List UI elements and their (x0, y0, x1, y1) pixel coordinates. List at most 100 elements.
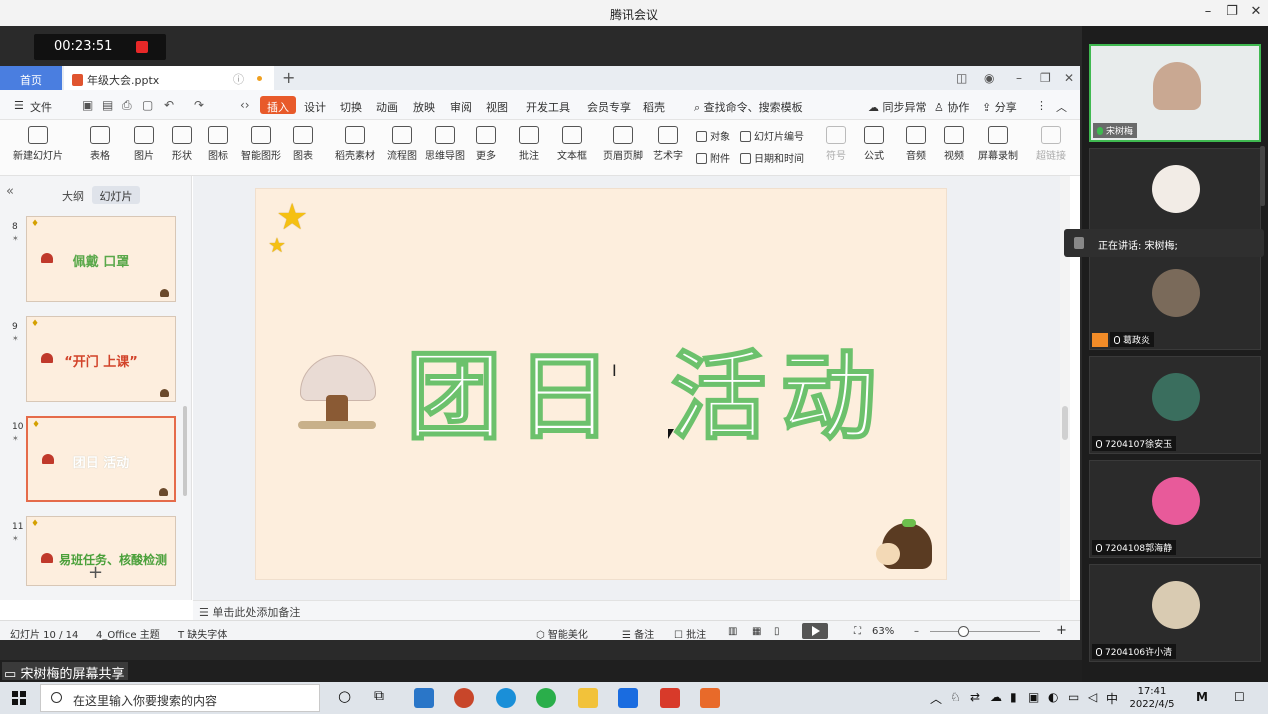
tray-cloud-icon[interactable]: ☁ (990, 690, 1002, 704)
add-slide-button[interactable]: + (88, 562, 103, 583)
taskbar-search[interactable]: 在这里输入你要搜索的内容 (40, 684, 320, 712)
audio-button[interactable]: 音频 (900, 126, 932, 162)
menu-transition[interactable]: 切换 (340, 99, 362, 115)
smart-graphic-button[interactable]: 智能图形 (238, 126, 284, 162)
tray-app-icon[interactable]: ♘ (950, 690, 961, 704)
theme-name[interactable]: 4_Office 主题 (96, 626, 160, 641)
slide-number-button[interactable]: 幻灯片编号 (740, 128, 804, 143)
hamburger-icon[interactable]: ☰ (14, 99, 24, 112)
wps-presentation-app-icon[interactable] (700, 688, 720, 708)
menu-design[interactable]: 设计 (304, 99, 326, 115)
command-search[interactable]: ⌕ 查找命令、搜索模板 (694, 99, 803, 115)
zoom-in-icon[interactable]: + (1056, 623, 1067, 638)
tray-mic-icon[interactable]: ▮ (1010, 690, 1017, 704)
redo-icon[interactable]: ↷ (194, 98, 204, 112)
mail-app-icon[interactable] (414, 688, 434, 708)
more-button[interactable]: 更多 (470, 126, 502, 162)
slides-tab[interactable]: 幻灯片 (92, 186, 140, 204)
panel-scrollbar[interactable] (183, 406, 187, 496)
table-button[interactable]: 表格 (82, 126, 118, 162)
slide-thumbnail[interactable]: ♦ 佩戴 口罩 (26, 216, 176, 302)
edge-browser-icon[interactable] (496, 688, 516, 708)
ime-indicator[interactable]: 中 (1106, 690, 1118, 707)
slide-thumbnail-selected[interactable]: ♦ 团日 活动 (26, 416, 176, 502)
task-view-icon[interactable]: ⧉ (374, 688, 384, 704)
participant-tile[interactable]: 7204106许小清 (1089, 564, 1261, 662)
save-icon[interactable]: ▣ (82, 98, 93, 112)
tray-expand-icon[interactable]: ︿ (930, 690, 942, 707)
textbox-button[interactable]: 文本框 (552, 126, 592, 162)
date-time-button[interactable]: 日期和时间 (740, 150, 804, 165)
more-menu-icon[interactable]: ⋮ (1036, 99, 1047, 112)
undo-icon[interactable]: ↶ (164, 98, 174, 112)
zoom-slider-track[interactable] (930, 631, 1040, 632)
menu-slideshow[interactable]: 放映 (413, 99, 435, 115)
tray-security-icon[interactable]: ◐ (1048, 690, 1058, 704)
flowchart-button[interactable]: 流程图 (384, 126, 420, 162)
file-explorer-icon[interactable] (578, 688, 598, 708)
object-button[interactable]: 对象 (696, 128, 730, 143)
mindmap-button[interactable]: 思维导图 (424, 126, 466, 162)
meeting-tray-icon[interactable]: M (1196, 690, 1208, 704)
cortana-icon[interactable]: ○ (338, 687, 351, 705)
new-tab-button[interactable]: + (282, 68, 295, 87)
tray-camera-icon[interactable]: ▣ (1028, 690, 1039, 704)
shape-button[interactable]: 形状 (164, 126, 200, 162)
chart-button[interactable]: 图表 (286, 126, 320, 162)
wps-close-icon[interactable]: ✕ (1064, 71, 1074, 85)
wps-minimize-icon[interactable]: – (1016, 71, 1022, 85)
avatar-icon[interactable]: ◉ (984, 71, 994, 85)
wechat-app-icon[interactable] (536, 688, 556, 708)
participant-scrollbar[interactable] (1260, 146, 1265, 206)
fit-window-icon[interactable]: ⛶ (854, 626, 861, 637)
menu-docer[interactable]: 稻壳 (643, 99, 665, 115)
wps-app-icon[interactable] (660, 688, 680, 708)
print-icon[interactable]: ⎙ (122, 98, 132, 113)
hyperlink-button[interactable]: 超链接 (1032, 126, 1070, 162)
wps-restore-icon[interactable]: ❐ (1040, 71, 1051, 85)
notes-toggle[interactable]: ☰ 备注 (622, 626, 654, 641)
share-button[interactable]: ⇪ 分享 (982, 99, 1017, 115)
menu-animation[interactable]: 动画 (376, 99, 398, 115)
powerpoint-app-icon[interactable] (454, 688, 474, 708)
video-button[interactable]: 视频 (938, 126, 970, 162)
file-tab[interactable]: 年级大会.pptx ⓘ (64, 66, 274, 90)
restore-button[interactable]: ❐ (1222, 4, 1242, 19)
minimize-button[interactable]: – (1198, 4, 1218, 19)
zoom-out-icon[interactable]: – (914, 626, 919, 637)
participant-tile[interactable]: 7204108郭海静 (1089, 460, 1261, 558)
menu-member[interactable]: 会员专享 (587, 99, 631, 115)
windows-start-icon[interactable] (12, 691, 26, 705)
close-button[interactable]: ✕ (1246, 4, 1266, 19)
new-slide-button[interactable]: 新建幻灯片 (10, 126, 66, 162)
menu-review[interactable]: 审阅 (450, 99, 472, 115)
collapse-ribbon-icon[interactable]: ︿ (1056, 99, 1067, 115)
preview-icon[interactable]: ▢ (142, 98, 153, 112)
scroll-thumb[interactable] (1062, 406, 1068, 440)
battery-icon[interactable]: ▭ (1068, 690, 1079, 704)
tencent-meeting-app-icon[interactable] (618, 688, 638, 708)
sorter-view-icon[interactable]: ▦ (752, 626, 761, 637)
home-tab[interactable]: 首页 (0, 66, 62, 90)
menu-developer[interactable]: 开发工具 (526, 99, 570, 115)
menu-insert[interactable]: 插入 (260, 96, 296, 114)
tray-sync-icon[interactable]: ⇄ (970, 690, 980, 704)
layout-icon[interactable]: ◫ (956, 71, 967, 85)
play-slideshow-button[interactable] (802, 623, 828, 639)
attachment-button[interactable]: 附件 (696, 150, 730, 165)
sync-status[interactable]: ☁ 同步异常 (868, 99, 927, 115)
docer-material-button[interactable]: 稻壳素材 (332, 126, 378, 162)
menu-scroll-left-icon[interactable]: ‹› (240, 98, 250, 112)
missing-font-button[interactable]: T 缺失字体 (178, 626, 227, 641)
system-clock[interactable]: 17:41 2022/4/5 (1128, 685, 1176, 711)
slide-title[interactable]: 团日 活动 (404, 319, 891, 458)
comments-toggle[interactable]: ☐ 批注 (674, 626, 706, 641)
menu-view[interactable]: 视图 (486, 99, 508, 115)
collapse-panel-icon[interactable]: « (6, 184, 14, 199)
zoom-level[interactable]: 63% (872, 626, 894, 637)
smart-beautify-button[interactable]: ⬡ 智能美化 (536, 626, 588, 641)
collab-button[interactable]: ♙ 协作 (934, 99, 969, 115)
info-icon[interactable]: ⓘ (233, 71, 244, 87)
normal-view-icon[interactable]: ▥ (728, 626, 737, 637)
zoom-slider-handle[interactable] (958, 626, 969, 637)
